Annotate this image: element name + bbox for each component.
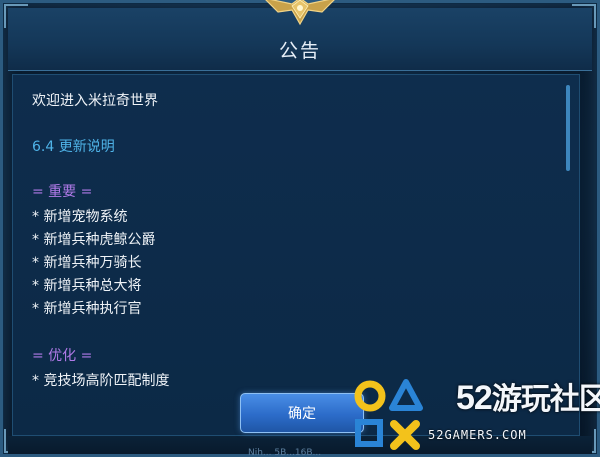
crest-emblem-icon xyxy=(265,0,335,26)
version-heading: 6.4 更新说明 xyxy=(32,139,115,155)
section-important-heading: = 重要 = xyxy=(32,184,93,200)
confirm-button[interactable]: 确定 xyxy=(240,393,364,433)
list-item: * 新增宠物系统 xyxy=(32,209,128,225)
footer-text: Nih... 5B...16B... xyxy=(248,448,322,457)
list-item: * 新增兵种执行官 xyxy=(32,301,142,317)
watermark-name: 52游玩社区 xyxy=(456,379,600,417)
list-item: * 新增兵种万骑长 xyxy=(32,255,142,271)
list-item: * 新增兵种虎鲸公爵 xyxy=(32,232,156,248)
announcement-dialog: 公告 欢迎进入米拉奇世界 6.4 更新说明 = 重要 = * 新增宠物系统 * … xyxy=(0,0,600,457)
dialog-title: 公告 xyxy=(278,40,321,62)
welcome-text: 欢迎进入米拉奇世界 xyxy=(32,93,158,109)
content-scrollbar[interactable] xyxy=(566,85,570,171)
section-optimize-heading: = 优化 = xyxy=(32,348,93,364)
list-item: * 新增兵种总大将 xyxy=(32,278,142,294)
list-item: * 竞技场高阶匹配制度 xyxy=(32,373,170,389)
watermark-url: 52GAMERS.COM xyxy=(428,428,527,442)
